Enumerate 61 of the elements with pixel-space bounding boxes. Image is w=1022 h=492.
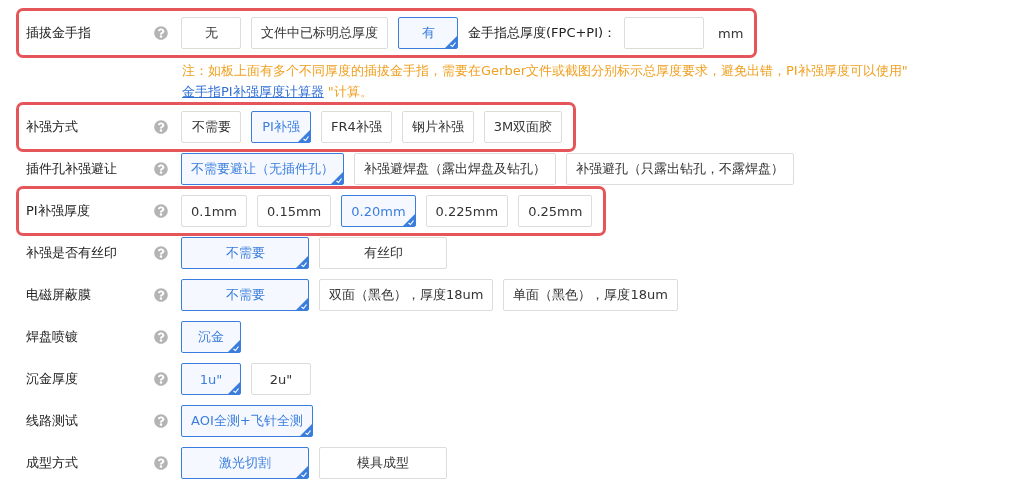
option-button[interactable]: 钢片补强 xyxy=(401,111,474,143)
check-corner-icon xyxy=(298,130,310,142)
option-button[interactable]: 0.225mm xyxy=(425,195,509,227)
field-label: 金手指总厚度(FPC+PI)： xyxy=(468,24,617,42)
option-button[interactable]: 2u" xyxy=(251,363,311,395)
help-icon[interactable] xyxy=(154,162,168,176)
help-icon[interactable] xyxy=(154,288,168,302)
option-button[interactable]: 0.1mm xyxy=(181,195,247,227)
field-label: 沉金厚度 xyxy=(26,370,79,388)
option-button[interactable]: 不需要 xyxy=(181,111,241,143)
option-button[interactable]: 有丝印 xyxy=(319,237,447,269)
option-button[interactable]: 有 xyxy=(398,17,458,49)
option-button[interactable]: 沉金 xyxy=(181,321,241,353)
check-corner-icon xyxy=(445,36,457,48)
check-corner-icon xyxy=(296,466,308,478)
help-icon[interactable] xyxy=(154,246,168,260)
option-button[interactable]: 不需要 xyxy=(181,237,309,269)
option-button[interactable]: 单面（黑色），厚度18um xyxy=(503,279,678,311)
check-corner-icon xyxy=(228,340,240,352)
field-label: PI补强厚度 xyxy=(26,202,91,220)
option-button[interactable]: 0.20mm xyxy=(341,195,416,227)
option-button[interactable]: 补强避焊盘（露出焊盘及钻孔） xyxy=(354,153,556,185)
option-button[interactable]: 0.15mm xyxy=(257,195,332,227)
option-button[interactable]: 1u" xyxy=(181,363,241,395)
option-button[interactable]: 不需要 xyxy=(181,279,309,311)
option-button[interactable]: 3M双面胶 xyxy=(483,111,563,143)
check-corner-icon xyxy=(296,298,308,310)
check-corner-icon xyxy=(296,256,308,268)
warning-note: 注：如板上面有多个不同厚度的插拔金手指，需要在Gerber文件或截图分别标示总厚度要求，避免出错，PI补强厚度可以使用" 金手指PI补强厚度计算器 "计算。 xyxy=(182,62,909,101)
option-button[interactable]: 补强避孔（只露出钻孔，不露焊盘） xyxy=(566,153,794,185)
check-corner-icon xyxy=(402,214,415,226)
field-label: 插件孔补强避让 xyxy=(26,160,118,178)
field-label: 补强是否有丝印 xyxy=(26,244,118,262)
field-label: 电磁屏蔽膜 xyxy=(26,286,92,304)
field-label: 线路测试 xyxy=(26,412,79,430)
thickness-input[interactable] xyxy=(624,17,705,49)
calculator-link[interactable]: 金手指PI补强厚度计算器 xyxy=(182,84,324,99)
help-icon[interactable] xyxy=(154,204,168,218)
help-icon[interactable] xyxy=(154,414,168,428)
option-button[interactable]: 不需要避让（无插件孔） xyxy=(181,153,344,185)
option-button[interactable]: 双面（黑色），厚度18um xyxy=(319,279,494,311)
field-label: 补强方式 xyxy=(26,118,79,136)
option-button[interactable]: 模具成型 xyxy=(319,447,447,479)
field-label: 插拔金手指 xyxy=(26,24,92,42)
help-icon[interactable] xyxy=(154,330,168,344)
help-icon[interactable] xyxy=(154,456,168,470)
check-corner-icon xyxy=(228,382,240,394)
option-button[interactable]: FR4补强 xyxy=(321,111,392,143)
field-label: 焊盘喷镀 xyxy=(26,328,79,346)
check-corner-icon xyxy=(331,172,343,184)
option-button[interactable]: 0.25mm xyxy=(518,195,593,227)
option-button[interactable]: AOI全测+飞针全测 xyxy=(181,405,313,437)
option-button[interactable]: PI补强 xyxy=(251,111,311,143)
option-button[interactable]: 激光切割 xyxy=(181,447,309,479)
field-label: 成型方式 xyxy=(26,454,79,472)
unit-label: mm xyxy=(718,25,744,41)
help-icon[interactable] xyxy=(154,120,168,134)
help-icon[interactable] xyxy=(154,372,168,386)
option-button[interactable]: 文件中已标明总厚度 xyxy=(251,17,388,49)
help-icon[interactable] xyxy=(154,26,168,40)
option-button[interactable]: 无 xyxy=(181,17,241,49)
